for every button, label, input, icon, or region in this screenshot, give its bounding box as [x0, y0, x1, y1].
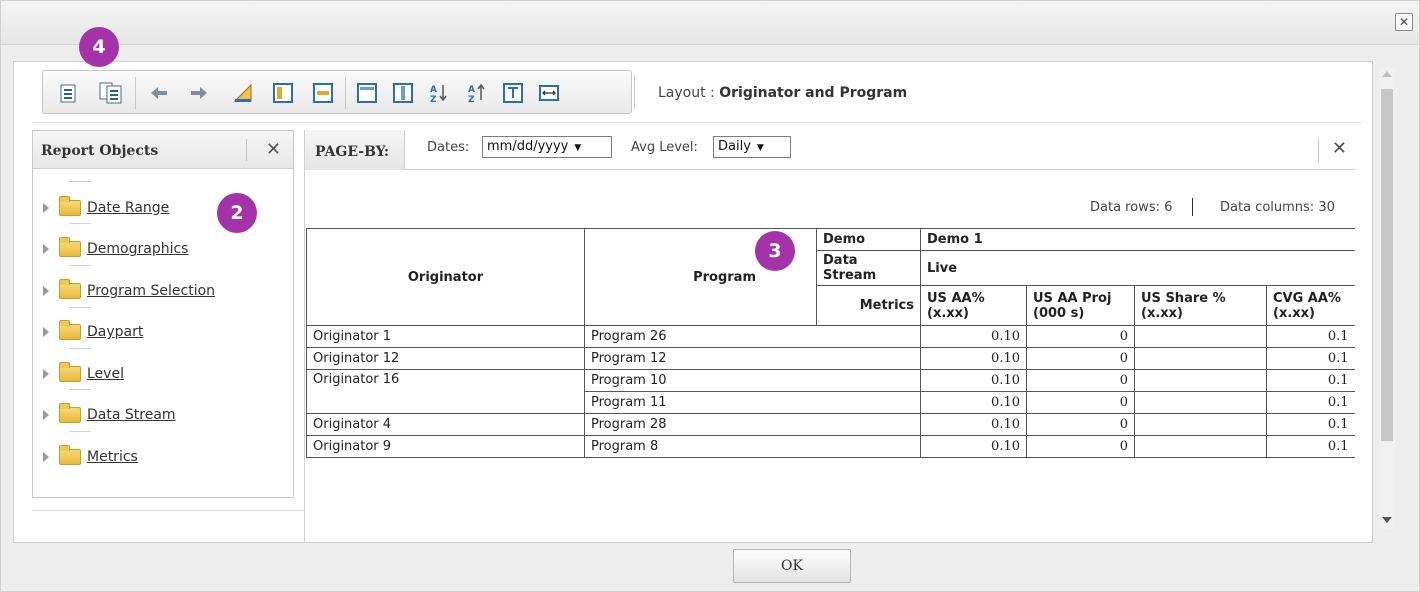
report-grid: Originator Program Demo Demo 1 Data Stre… — [306, 228, 1355, 458]
dialog-titlebar: ✕ — [1, 1, 1419, 45]
svg-text:A: A — [468, 85, 475, 95]
ok-button[interactable]: OK — [733, 549, 851, 583]
expand-arrow-icon[interactable] — [43, 369, 49, 379]
callout-badge-3: 3 — [755, 231, 795, 271]
metric-col-us-share[interactable]: US Share % (x.xx) — [1134, 285, 1267, 326]
redo-icon[interactable] — [187, 81, 211, 105]
column-layout-icon[interactable] — [271, 81, 295, 105]
expand-arrow-icon[interactable] — [43, 203, 49, 213]
folder-icon — [59, 196, 81, 216]
table-row: Originator 9 Program 8 0.10 0 0.1 — [306, 435, 1355, 458]
avg-level-select[interactable]: Daily ▼ — [713, 136, 791, 158]
callout-badge-2: 2 — [217, 193, 257, 233]
folder-icon — [59, 445, 81, 465]
data-stream-value: Live — [920, 250, 1355, 286]
tree-item-daypart[interactable]: Daypart — [43, 319, 143, 345]
scroll-down-icon[interactable] — [1382, 517, 1392, 523]
dropdown-caret-icon: ▼ — [756, 143, 764, 153]
folder-icon — [59, 237, 81, 257]
tree-item-metrics[interactable]: Metrics — [43, 444, 138, 470]
folder-icon — [59, 362, 81, 382]
metric-col-us-aa-proj[interactable]: US AA Proj (000 s) — [1026, 285, 1135, 326]
expand-arrow-icon[interactable] — [43, 286, 49, 296]
table-row: Originator 16 Program 10 0.10 0 0.1 — [306, 369, 1355, 414]
sort-ascending-icon[interactable]: AZ — [427, 81, 451, 105]
svg-text:Z: Z — [468, 95, 475, 104]
expand-arrow-icon[interactable] — [43, 327, 49, 337]
page-by-bar: PAGE-BY: Dates: mm/dd/yyyy ▼ Avg Level: D… — [305, 130, 1355, 170]
data-columns-count: Data columns: 30 — [1220, 200, 1335, 215]
report-objects-title: Report Objects — [41, 143, 159, 159]
tree-item-level[interactable]: Level — [43, 361, 124, 387]
expand-arrow-icon[interactable] — [43, 244, 49, 254]
dates-label: Dates: — [427, 140, 470, 155]
demo-value: Demo 1 — [920, 228, 1355, 251]
tree-item-date-range[interactable]: Date Range — [43, 195, 169, 221]
svg-text:A: A — [430, 85, 437, 95]
vertical-scrollbar[interactable] — [1379, 67, 1395, 529]
row-layout-icon[interactable] — [311, 81, 335, 105]
layout-name-label: Layout : Originator and Program — [658, 85, 908, 101]
add-page-icon[interactable] — [57, 81, 81, 105]
metrics-label: Metrics — [816, 285, 921, 326]
header-row-icon[interactable] — [355, 81, 379, 105]
expand-arrow-icon[interactable] — [43, 452, 49, 462]
undo-icon[interactable] — [147, 81, 171, 105]
table-row: Originator 12 Program 12 0.10 0 0.1 — [306, 347, 1355, 370]
copy-page-icon[interactable] — [99, 81, 123, 105]
ruler-icon[interactable] — [231, 81, 255, 105]
dialog-close-button[interactable]: ✕ — [1395, 13, 1413, 31]
metric-col-us-aa[interactable]: US AA% (x.xx) — [920, 285, 1027, 326]
dialog-content: AZ AZ Layout : Originator and Program Re… — [13, 61, 1373, 543]
fit-column-icon[interactable] — [501, 81, 525, 105]
folder-icon — [59, 403, 81, 423]
page-by-tag: PAGE-BY: — [305, 130, 405, 170]
header-column-icon[interactable] — [391, 81, 415, 105]
page-by-close-icon[interactable]: ✕ — [1332, 138, 1347, 159]
callout-badge-4: 4 — [79, 27, 119, 67]
svg-text:Z: Z — [430, 95, 437, 104]
table-row: Originator 1 Program 26 0.10 0 0.1 — [306, 325, 1355, 348]
folder-icon — [59, 320, 81, 340]
data-stream-label: Data Stream — [816, 250, 921, 286]
dates-select[interactable]: mm/dd/yyyy ▼ — [482, 136, 612, 158]
tree-item-demographics[interactable]: Demographics — [43, 236, 188, 262]
demo-label: Demo — [816, 228, 921, 251]
expand-arrow-icon[interactable] — [43, 410, 49, 420]
sort-descending-icon[interactable]: AZ — [465, 81, 489, 105]
report-objects-panel: Report Objects ✕ Date Range Demographics… — [32, 130, 294, 498]
scroll-thumb[interactable] — [1381, 89, 1393, 441]
folder-icon — [59, 279, 81, 299]
report-objects-close-icon[interactable]: ✕ — [266, 139, 281, 160]
metric-col-cvg-aa[interactable]: CVG AA% (x.xx) — [1266, 285, 1355, 326]
scroll-up-icon[interactable] — [1382, 71, 1392, 77]
expand-width-icon[interactable] — [537, 81, 561, 105]
layout-dialog: ✕ A Z A Z Layout: Originator and Progra… — [0, 0, 1420, 592]
tree-item-program-selection[interactable]: Program Selection — [43, 278, 215, 304]
dropdown-caret-icon: ▼ — [574, 143, 582, 153]
report-objects-header: Report Objects ✕ — [33, 131, 293, 169]
table-row: Originator 4 Program 28 0.10 0 0.1 — [306, 413, 1355, 436]
data-rows-count: Data rows: 6 — [1090, 200, 1173, 215]
avg-level-label: Avg Level: — [631, 140, 698, 155]
tree-item-data-stream[interactable]: Data Stream — [43, 402, 176, 428]
header-originator[interactable]: Originator — [306, 228, 585, 326]
layout-toolbar: AZ AZ — [42, 70, 632, 114]
